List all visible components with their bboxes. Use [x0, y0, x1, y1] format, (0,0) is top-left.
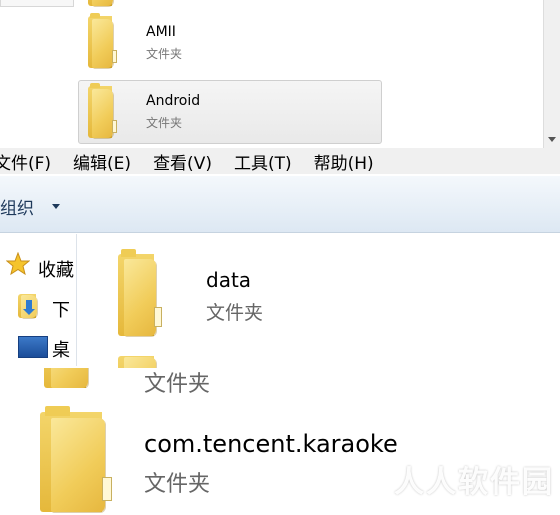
- nav-item-desktop[interactable]: 桌: [52, 336, 70, 362]
- menu-file[interactable]: 文件(F): [0, 149, 51, 174]
- watermark: 人人软件园: [394, 465, 554, 500]
- command-toolbar: 组织: [0, 176, 560, 233]
- folder-icon: [88, 82, 122, 138]
- item-type: 文件夹: [206, 302, 264, 324]
- menu-view[interactable]: 查看(V): [153, 149, 212, 174]
- chevron-down-icon[interactable]: [52, 204, 60, 209]
- nav-item-downloads[interactable]: 下: [52, 296, 70, 322]
- folder-icon: [40, 406, 128, 512]
- menu-bar: 文件(F) 编辑(E) 查看(V) 工具(T) 帮助(H): [0, 148, 560, 174]
- folder-icon: [88, 12, 122, 68]
- item-type: 文件夹: [146, 47, 183, 61]
- nav-item-favorites[interactable]: 收藏: [38, 256, 74, 282]
- scroll-down-icon[interactable]: [548, 137, 556, 142]
- menu-tools[interactable]: 工具(T): [234, 149, 292, 174]
- item-type: 文件夹: [146, 116, 183, 130]
- menu-edit[interactable]: 编辑(E): [73, 149, 131, 174]
- content-pane-zoomed: 文件夹 com.tencent.karaoke 文件夹 人人软件园: [0, 368, 560, 515]
- content-pane: data 文件夹: [78, 234, 560, 376]
- folder-icon: [44, 368, 104, 388]
- menu-help[interactable]: 帮助(H): [314, 149, 374, 174]
- downloads-icon: [18, 294, 44, 318]
- item-type: 文件夹: [144, 372, 211, 397]
- item-name: com.tencent.karaoke: [144, 430, 398, 458]
- folder-icon: [118, 249, 170, 336]
- vertical-scrollbar[interactable]: [543, 0, 560, 148]
- partial-row-frame: [0, 0, 74, 7]
- item-name: AMII: [146, 24, 176, 40]
- desktop-icon: [18, 336, 48, 358]
- organize-button[interactable]: 组织: [0, 194, 34, 219]
- folder-icon: [88, 0, 122, 6]
- star-icon: [6, 252, 30, 276]
- item-name: Android: [146, 93, 201, 109]
- item-name: data: [206, 268, 252, 292]
- item-type: 文件夹: [144, 472, 211, 497]
- selected-row-highlight: [78, 80, 382, 144]
- top-file-list: AMII 文件夹 Android 文件夹: [0, 0, 560, 148]
